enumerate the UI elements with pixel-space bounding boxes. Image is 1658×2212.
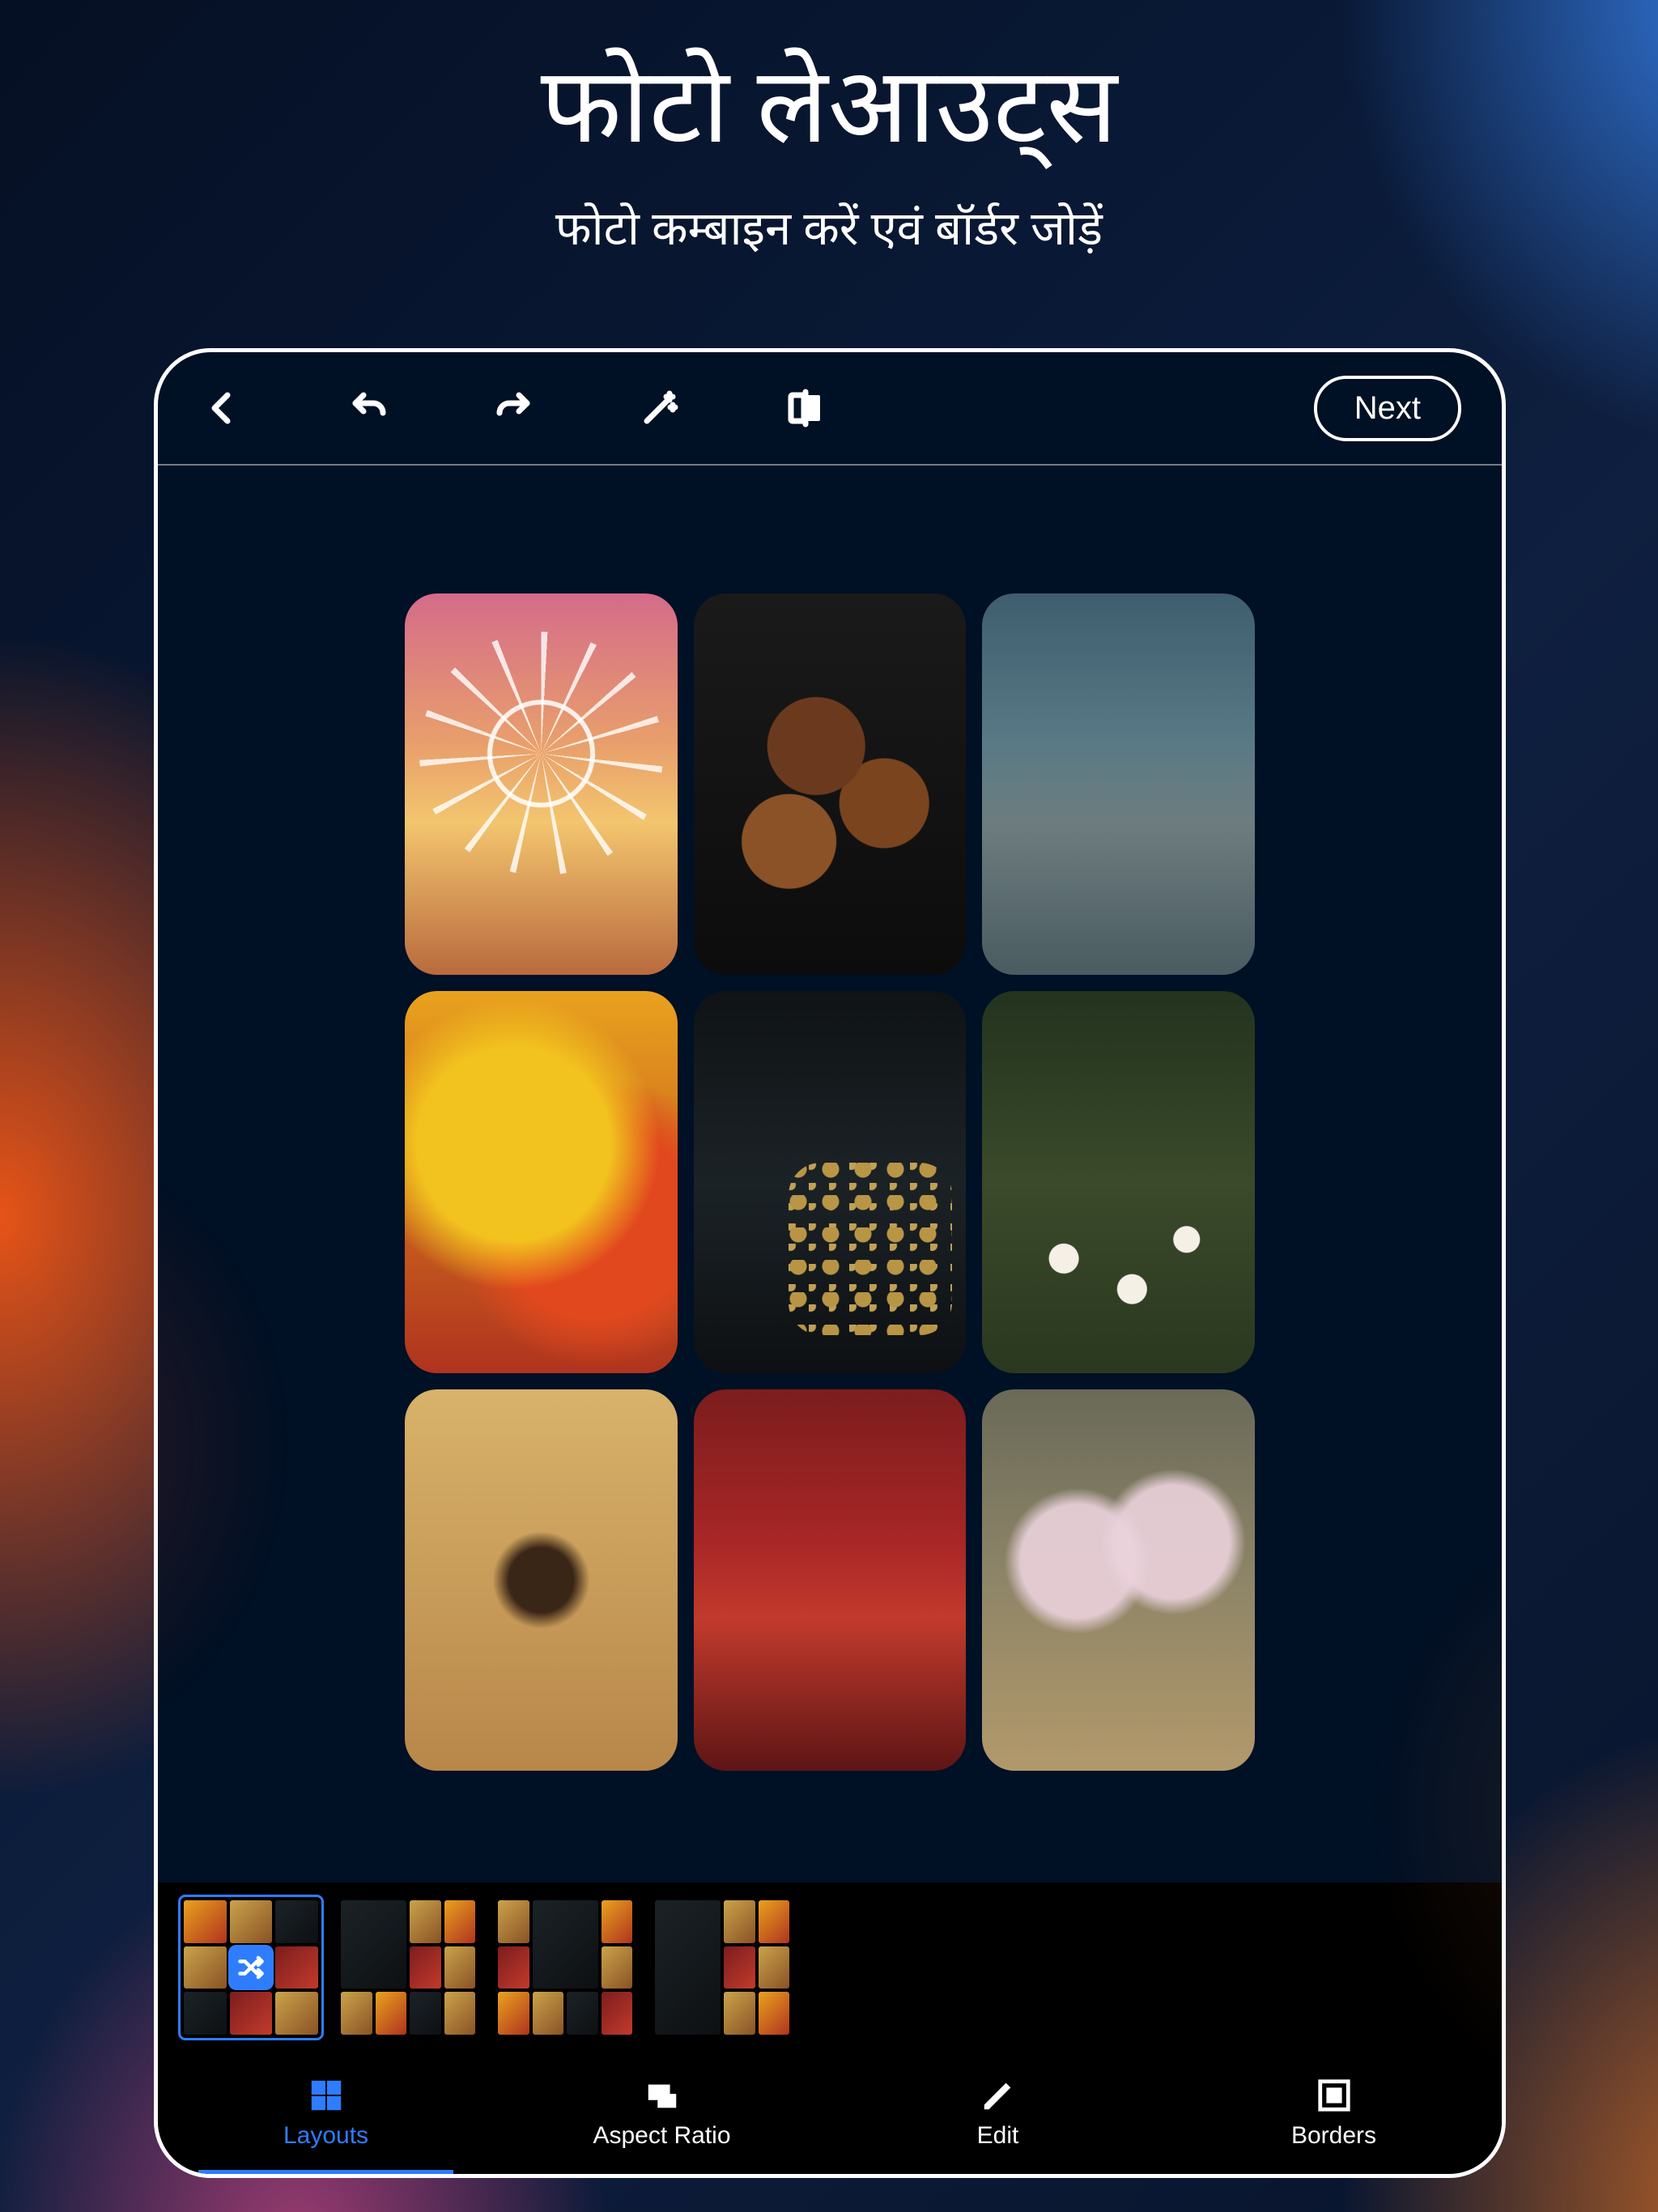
tab-aspect-ratio[interactable]: Aspect Ratio: [494, 2052, 830, 2174]
collage-tile[interactable]: [694, 1389, 967, 1771]
collage-grid: [405, 593, 1255, 1771]
borders-icon: [1316, 2077, 1353, 2114]
tab-borders[interactable]: Borders: [1166, 2052, 1502, 2174]
edit-icon: [980, 2077, 1017, 2114]
page-subtitle: फोटो कम्बाइन करें एवं बॉर्डर जोड़ें: [0, 202, 1658, 264]
collage-tile[interactable]: [405, 593, 678, 975]
tab-edit[interactable]: Edit: [830, 2052, 1166, 2174]
collage-tile[interactable]: [405, 991, 678, 1372]
collage-canvas: [158, 482, 1502, 1882]
page-title: फोटो लेआउट्स: [0, 49, 1658, 185]
next-button[interactable]: Next: [1314, 376, 1461, 441]
tab-layouts[interactable]: Layouts: [158, 2052, 494, 2174]
layout-option-2[interactable]: [495, 1897, 636, 2038]
collage-tile[interactable]: [982, 991, 1255, 1372]
tab-label: Layouts: [283, 2122, 368, 2150]
collage-tile[interactable]: [694, 593, 967, 975]
compare-icon[interactable]: [781, 384, 830, 432]
redo-icon[interactable]: [490, 384, 538, 432]
bottom-tab-bar: Layouts Aspect Ratio Edit Borders: [158, 2052, 1502, 2174]
undo-icon[interactable]: [344, 384, 393, 432]
collage-tile[interactable]: [694, 991, 967, 1372]
shuffle-icon: [228, 1945, 274, 1990]
device-frame: Next: [154, 348, 1506, 2178]
layout-option-3[interactable]: [652, 1897, 793, 2038]
layout-option-0[interactable]: [181, 1897, 321, 2038]
collage-tile[interactable]: [982, 1389, 1255, 1771]
collage-tile[interactable]: [982, 593, 1255, 975]
aspect-ratio-icon: [644, 2077, 681, 2114]
magic-wand-icon[interactable]: [636, 384, 684, 432]
layouts-icon: [308, 2077, 345, 2114]
layout-options-strip: [158, 1882, 1502, 2052]
layout-option-1[interactable]: [338, 1897, 478, 2038]
tab-label: Aspect Ratio: [593, 2122, 730, 2150]
tab-label: Borders: [1291, 2122, 1376, 2150]
back-arrow-icon[interactable]: [198, 384, 247, 432]
tab-label: Edit: [977, 2122, 1019, 2150]
collage-tile[interactable]: [405, 1389, 678, 1771]
top-toolbar: Next: [158, 352, 1502, 466]
